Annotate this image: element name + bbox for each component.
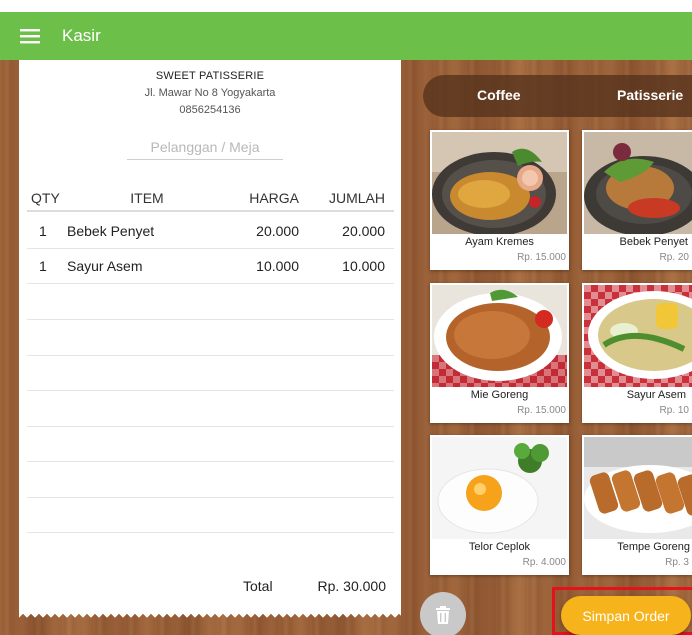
customer-table-input[interactable] [127, 134, 283, 160]
empty-row-divider [27, 390, 394, 391]
menu-item-name: Mie Goreng [470, 389, 529, 401]
row-item: Sayur Asem [67, 258, 143, 274]
sayur-asem-photo [584, 285, 692, 387]
shop-phone: 0856254136 [179, 104, 241, 116]
telor-ceplok-photo [432, 437, 567, 539]
shop-address: Jl. Mawar No 8 Yogyakarta [144, 87, 276, 99]
menu-item-name: Telor Ceplok [468, 541, 531, 553]
empty-row-divider [27, 461, 394, 462]
menu-item-name: Ayam Kremes [465, 236, 534, 248]
menu-button[interactable] [0, 12, 62, 60]
receipt-torn-edge [19, 612, 401, 620]
header-item: ITEM [130, 190, 164, 206]
menu-item-price: Rp. 15.000 [517, 405, 566, 416]
ayam-kremes-photo [432, 132, 567, 234]
receipt-panel: SWEET PATISSERIE Jl. Mawar No 8 Yogyakar… [19, 60, 401, 612]
menu-card-bebek-penyet[interactable]: Bebek Penyet Rp. 20 [582, 130, 692, 270]
order-table-header: QTY ITEM HARGA JUMLAH [27, 184, 394, 212]
tempe-goreng-photo [584, 437, 692, 539]
trash-icon [436, 606, 450, 624]
empty-row-divider [27, 319, 394, 320]
row-harga: 10.000 [256, 258, 299, 274]
mie-goreng-photo [432, 285, 567, 387]
save-order-button[interactable]: Simpan Order [561, 596, 691, 635]
tab-coffee[interactable]: Coffee [477, 87, 521, 103]
app-title: Kasir [62, 26, 101, 45]
header-qty: QTY [31, 190, 60, 206]
row-jumlah: 10.000 [342, 258, 385, 274]
header-jumlah: JUMLAH [328, 190, 385, 206]
status-spacer [0, 0, 692, 12]
empty-row-divider [27, 426, 394, 427]
hamburger-menu-icon [20, 29, 40, 44]
bebek-penyet-photo [584, 132, 692, 234]
category-bar: Coffee Patisserie [423, 75, 692, 117]
menu-item-price: Rp. 20 [659, 252, 689, 263]
order-row[interactable]: 1 Sayur Asem 10.000 10.000 [27, 249, 394, 284]
menu-item-name: Sayur Asem [626, 389, 686, 401]
menu-card-ayam-kremes[interactable]: Ayam Kremes Rp. 15.000 [430, 130, 569, 270]
order-row[interactable]: 1 Bebek Penyet 20.000 20.000 [27, 214, 394, 249]
total-value: Rp. 30.000 [317, 578, 387, 594]
menu-card-tempe-goreng[interactable]: Tempe Goreng Rp. 3 [582, 435, 692, 575]
row-qty: 1 [39, 223, 47, 239]
row-harga: 20.000 [256, 223, 299, 239]
menu-item-price: Rp. 3 [665, 557, 689, 568]
menu-item-price: Rp. 4.000 [522, 557, 566, 568]
clear-order-button[interactable] [420, 592, 466, 635]
empty-row-divider [27, 497, 394, 498]
shop-name: SWEET PATISSERIE [155, 70, 265, 82]
menu-item-price: Rp. 10 [659, 405, 689, 416]
app-bar: Kasir [0, 12, 692, 60]
row-item: Bebek Penyet [67, 223, 155, 239]
empty-row-divider [27, 355, 394, 356]
row-jumlah: 20.000 [342, 223, 385, 239]
menu-card-sayur-asem[interactable]: Sayur Asem Rp. 10 [582, 283, 692, 423]
total-label: Total [243, 578, 273, 594]
menu-item-price: Rp. 15.000 [517, 252, 566, 263]
menu-card-mie-goreng[interactable]: Mie Goreng Rp. 15.000 [430, 283, 569, 423]
empty-row-divider [27, 532, 394, 533]
menu-item-name: Bebek Penyet [619, 236, 689, 248]
menu-item-name: Tempe Goreng [617, 541, 690, 553]
row-qty: 1 [39, 258, 47, 274]
menu-card-telor-ceplok[interactable]: Telor Ceplok Rp. 4.000 [430, 435, 569, 575]
header-harga: HARGA [249, 190, 299, 206]
tab-patisserie[interactable]: Patisserie [617, 87, 683, 103]
